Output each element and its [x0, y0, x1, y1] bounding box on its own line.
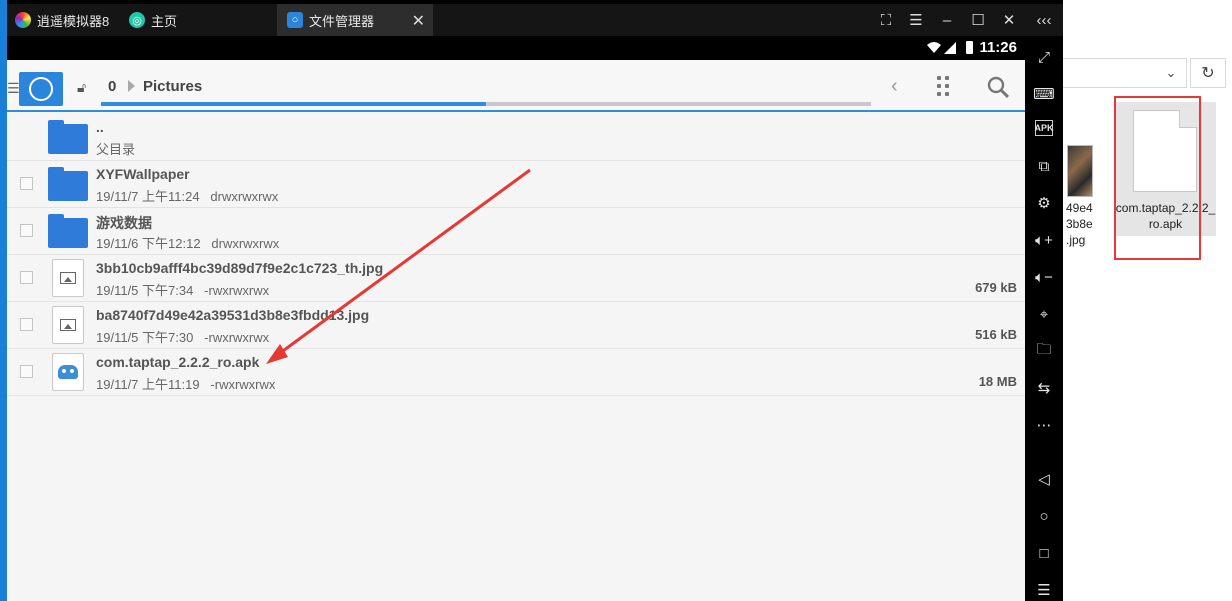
tab-fm-label: 文件管理器: [309, 13, 375, 29]
search-icon[interactable]: [987, 76, 1009, 98]
file-meta: 19/11/7 上午11:19 -rwxrwxrwx: [96, 377, 276, 392]
file-row[interactable]: ba8740f7d49e42a39531d3b8e3fbdd13.jpg 19/1…: [7, 302, 1025, 349]
volume-up-icon[interactable]: 🔈︎+: [1031, 227, 1057, 253]
file-manager-icon: ○: [287, 12, 303, 28]
home-icon[interactable]: ○: [1031, 503, 1057, 529]
file-size: 679 kB: [975, 280, 1017, 295]
file-row[interactable]: XYFWallpaper 19/11/7 上午11:24 drwxrwxrwx: [7, 161, 1025, 208]
file-name: ba8740f7d49e42a39531d3b8e3fbdd13.jpg: [96, 307, 370, 323]
file-list: .. 父目录 XYFWallpaper 19/11/7 上午11:24 drwxrwx…: [7, 114, 1025, 396]
battery-icon: [966, 41, 974, 54]
file-size: 18 MB: [978, 374, 1017, 389]
multi-window-icon[interactable]: ⧉: [1031, 153, 1057, 179]
load-progress: [101, 102, 871, 106]
load-progress-fill: [101, 102, 486, 106]
chevron-down-icon[interactable]: ⌄: [1164, 65, 1178, 80]
android-status-bar: 11:26: [7, 36, 1025, 60]
minimize-button[interactable]: –: [932, 4, 962, 36]
menu-icon[interactable]: ☰: [901, 4, 931, 36]
file-meta: 19/11/7 上午11:24 drwxrwxrwx: [96, 189, 279, 204]
menu-lines-icon[interactable]: ☰: [1031, 577, 1057, 601]
settings-icon[interactable]: ⚙: [1031, 190, 1057, 216]
back-chevron-icon[interactable]: ‹: [891, 75, 898, 98]
file-name: ..: [96, 119, 104, 135]
storage-home-button[interactable]: [19, 72, 63, 106]
file-row[interactable]: 游戏数据 19/11/6 下午12:12 drwxrwxrwx: [7, 208, 1025, 255]
folder-icon: [48, 214, 88, 248]
address-bar[interactable]: ⌄: [1063, 58, 1187, 88]
back-icon[interactable]: ◁: [1031, 466, 1057, 492]
image-file-icon: [52, 259, 84, 297]
emulator-window: 逍遥模拟器8 ◎ 主页 ○ 文件管理器 ✕ ⛶ ☰ – ☐ ✕ ‹‹‹ 11:2…: [7, 0, 1063, 601]
unlock-icon[interactable]: 🔓︎: [77, 79, 86, 96]
maximize-button[interactable]: ☐: [963, 4, 993, 36]
close-tab-icon[interactable]: ✕: [412, 11, 425, 31]
tab-file-manager[interactable]: ○ 文件管理器 ✕: [277, 4, 433, 36]
tab-home[interactable]: ◎ 主页: [129, 4, 177, 36]
file-meta: 19/11/5 下午7:34 -rwxrwxrwx: [96, 283, 270, 298]
home-app-icon: ◎: [129, 12, 145, 28]
file-meta: 19/11/5 下午7:30 -rwxrwxrwx: [96, 330, 270, 345]
file-name: com.taptap_2.2.2_ro.apk: [96, 354, 260, 370]
app-logo-icon: [15, 12, 31, 28]
emulator-sidebar: ⤢ ⌨ APK ⧉ ⚙ 🔈︎+ 🔈︎− ⌖ 🗀 ⇆ ⋯ ◁ ○ □ ☰: [1025, 36, 1063, 601]
rotate-icon[interactable]: ⇆: [1031, 375, 1057, 401]
android-screen: ☰ 🔓︎ 0 Pictures ‹ .. 父目录 XYFWallpaper 19/11…: [7, 60, 1025, 601]
partial-file-name: 49e4 3b8e .jpg: [1066, 201, 1093, 247]
breadcrumb-separator-icon: [128, 80, 135, 92]
more-icon[interactable]: ⋯: [1031, 412, 1057, 438]
file-row[interactable]: 3bb10cb9afff4bc39d89d7f9e2c1c723_th.jpg 1…: [7, 255, 1025, 302]
fullscreen-icon[interactable]: ⤢: [1031, 44, 1057, 70]
folder-icon: [48, 120, 88, 154]
title-bar: 逍遥模拟器8 ◎ 主页 ○ 文件管理器 ✕ ⛶ ☰ – ☐ ✕ ‹‹‹: [7, 4, 1063, 36]
drawer-icon[interactable]: ☰: [7, 80, 20, 97]
recents-icon[interactable]: □: [1031, 540, 1057, 566]
keyboard-icon[interactable]: ⌨: [1031, 81, 1057, 107]
folder-icon[interactable]: 🗀: [1031, 338, 1057, 364]
highlight-box: [1114, 96, 1201, 260]
screenshot-icon[interactable]: ⛶: [871, 4, 901, 36]
refresh-button[interactable]: ↻: [1190, 58, 1226, 88]
location-icon[interactable]: ⌖: [1031, 301, 1057, 327]
tab-app-label: 逍遥模拟器8: [37, 13, 110, 29]
apk-icon[interactable]: APK: [1035, 120, 1054, 136]
tab-home-label: 主页: [151, 13, 178, 29]
file-row[interactable]: .. 父目录: [7, 114, 1025, 161]
breadcrumb-current[interactable]: Pictures: [143, 78, 202, 95]
signal-icon: [927, 41, 957, 54]
file-manager-appbar: ☰ 🔓︎ 0 Pictures ‹: [7, 60, 1025, 112]
row-checkbox[interactable]: [20, 224, 33, 237]
desktop-background: [0, 0, 7, 601]
file-size: 516 kB: [975, 327, 1017, 342]
clock: 11:26: [979, 39, 1017, 56]
breadcrumb-root[interactable]: 0: [108, 78, 116, 95]
file-name: XYFWallpaper: [96, 166, 190, 182]
folder-icon: [48, 167, 88, 201]
collapse-sidebar-icon[interactable]: ‹‹‹: [1029, 4, 1059, 36]
image-thumbnail[interactable]: [1067, 145, 1093, 197]
apk-file-icon: [52, 353, 84, 391]
file-row[interactable]: com.taptap_2.2.2_ro.apk 19/11/7 上午11:19 -…: [7, 349, 1025, 396]
file-meta: 父目录: [96, 142, 136, 157]
file-name: 游戏数据: [96, 215, 152, 231]
row-checkbox[interactable]: [20, 271, 33, 284]
row-checkbox[interactable]: [20, 318, 33, 331]
image-file-icon: [52, 306, 84, 344]
row-checkbox[interactable]: [20, 365, 33, 378]
overflow-grid-icon[interactable]: [937, 76, 953, 98]
volume-down-icon[interactable]: 🔈︎−: [1031, 264, 1057, 290]
explorer-window: ⌄ ↻ 49e4 3b8e .jpg com.taptap_2.2.2_ro.a…: [1063, 0, 1232, 601]
file-name: 3bb10cb9afff4bc39d89d7f9e2c1c723_th.jpg: [96, 260, 384, 276]
file-meta: 19/11/6 下午12:12 drwxrwxrwx: [96, 236, 280, 251]
close-button[interactable]: ✕: [994, 4, 1024, 36]
row-checkbox[interactable]: [20, 177, 33, 190]
tab-app[interactable]: 逍遥模拟器8: [15, 4, 109, 36]
